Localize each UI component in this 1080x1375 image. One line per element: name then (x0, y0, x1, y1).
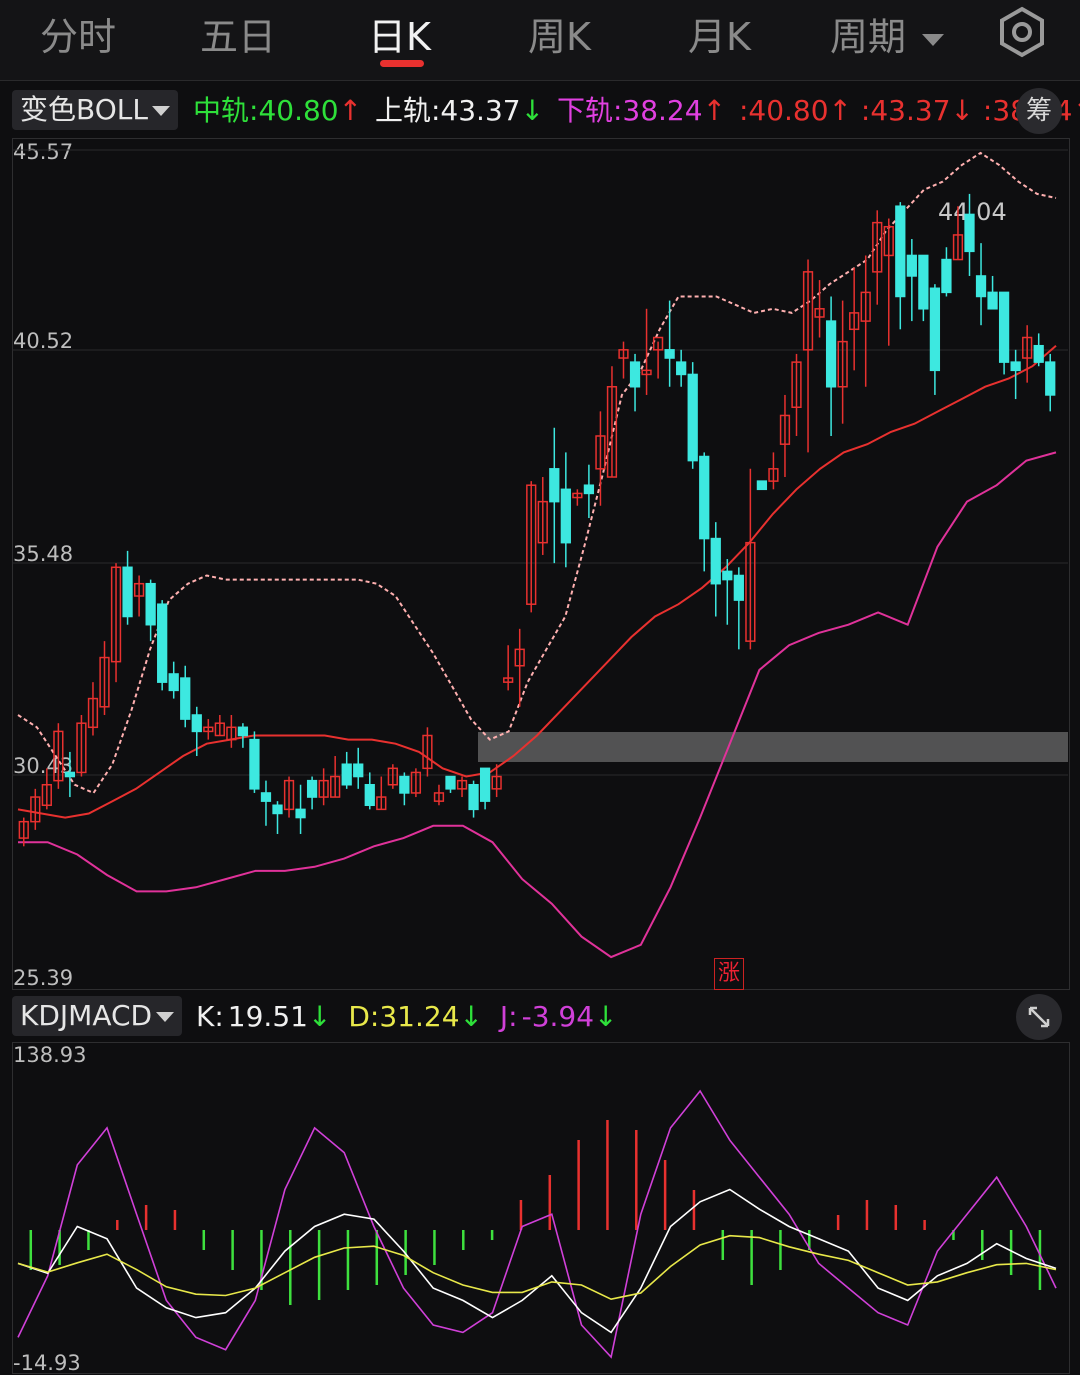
kdj-axis-min: -14.93 (13, 1351, 81, 1375)
mid-value: 40.80 (258, 94, 339, 127)
kdj-axis-max: 138.93 (13, 1043, 87, 1067)
low-arrow: ↑ (702, 94, 727, 127)
kdj-values: K: 19.51↓ D:31.24↓ J: -3.94↓ (196, 998, 618, 1036)
price-axis-4: 30.43 (13, 754, 74, 778)
kdj-indicator-selector[interactable]: KDJMACD (12, 996, 183, 1036)
price-axis-min: 25.39 (13, 966, 74, 990)
tab-monthly-k[interactable]: 月K (688, 6, 751, 61)
mid-label: 中轨: (193, 94, 259, 127)
period-tab-bar: 分时 五日 日K 周K 月K 周期 (0, 0, 1080, 81)
mid-arrow: ↑ (338, 94, 363, 127)
d-arrow: ↓ (459, 1000, 483, 1033)
tab-timeshare[interactable]: 分时 (40, 6, 116, 61)
extra-up: :43.37↓ (860, 94, 974, 127)
boll-indicator-selector[interactable]: 变色BOLL (12, 90, 178, 130)
chip-distribution-button[interactable]: 筹 (1016, 88, 1062, 134)
high-price-annotation: 44.04 (938, 198, 1007, 226)
extra-mid: :40.80↑ (738, 94, 853, 127)
j-label: J: (499, 1000, 518, 1033)
settings-hexagon-icon[interactable] (996, 6, 1048, 58)
kline-panel (12, 138, 1070, 990)
d-value: 31.24 (379, 1000, 460, 1033)
d-label: D: (348, 1000, 380, 1033)
up-value: 43.37 (440, 94, 521, 127)
price-axis-max: 45.57 (13, 140, 74, 164)
caret-down-icon (156, 1012, 175, 1022)
expand-arrows-icon[interactable] (1016, 994, 1062, 1040)
boll-values: 中轨:40.80↑ 上轨:43.37↓ 下轨:38.24↑ :40.80↑ :4… (193, 92, 1080, 130)
boll-selector-label: 变色BOLL (20, 93, 148, 126)
rise-marker: 涨 (714, 958, 744, 990)
kdj-indicator-bar: KDJMACD K: 19.51↓ D:31.24↓ J: -3.94↓ (0, 990, 1080, 1044)
price-axis-2: 40.52 (13, 329, 74, 353)
price-axis-3: 35.48 (13, 542, 74, 566)
kdj-selector-label: KDJMACD (20, 999, 153, 1032)
k-label: K: (196, 1000, 224, 1033)
low-value: 38.24 (622, 94, 703, 127)
k-arrow: ↓ (307, 1000, 332, 1033)
j-arrow: ↓ (594, 1000, 618, 1033)
kdj-panel (12, 1042, 1070, 1374)
j-value: -3.94 (521, 1000, 595, 1033)
k-value: 19.51 (227, 1000, 308, 1033)
caret-down-icon (151, 106, 170, 116)
up-arrow: ↓ (520, 94, 545, 127)
active-tab-indicator (380, 60, 424, 67)
caret-down-icon (922, 33, 945, 46)
low-label: 下轨: (556, 94, 623, 127)
tab-five-day[interactable]: 五日 (200, 6, 276, 61)
tab-weekly-k[interactable]: 周K (528, 6, 591, 61)
tab-period[interactable]: 周期 (830, 6, 945, 61)
tab-period-label: 周期 (830, 15, 907, 59)
boll-indicator-bar: 变色BOLL 中轨:40.80↑ 上轨:43.37↓ 下轨:38.24↑ :40… (0, 84, 1080, 138)
up-label: 上轨: (374, 94, 441, 127)
tab-daily-k[interactable]: 日K (368, 6, 431, 61)
